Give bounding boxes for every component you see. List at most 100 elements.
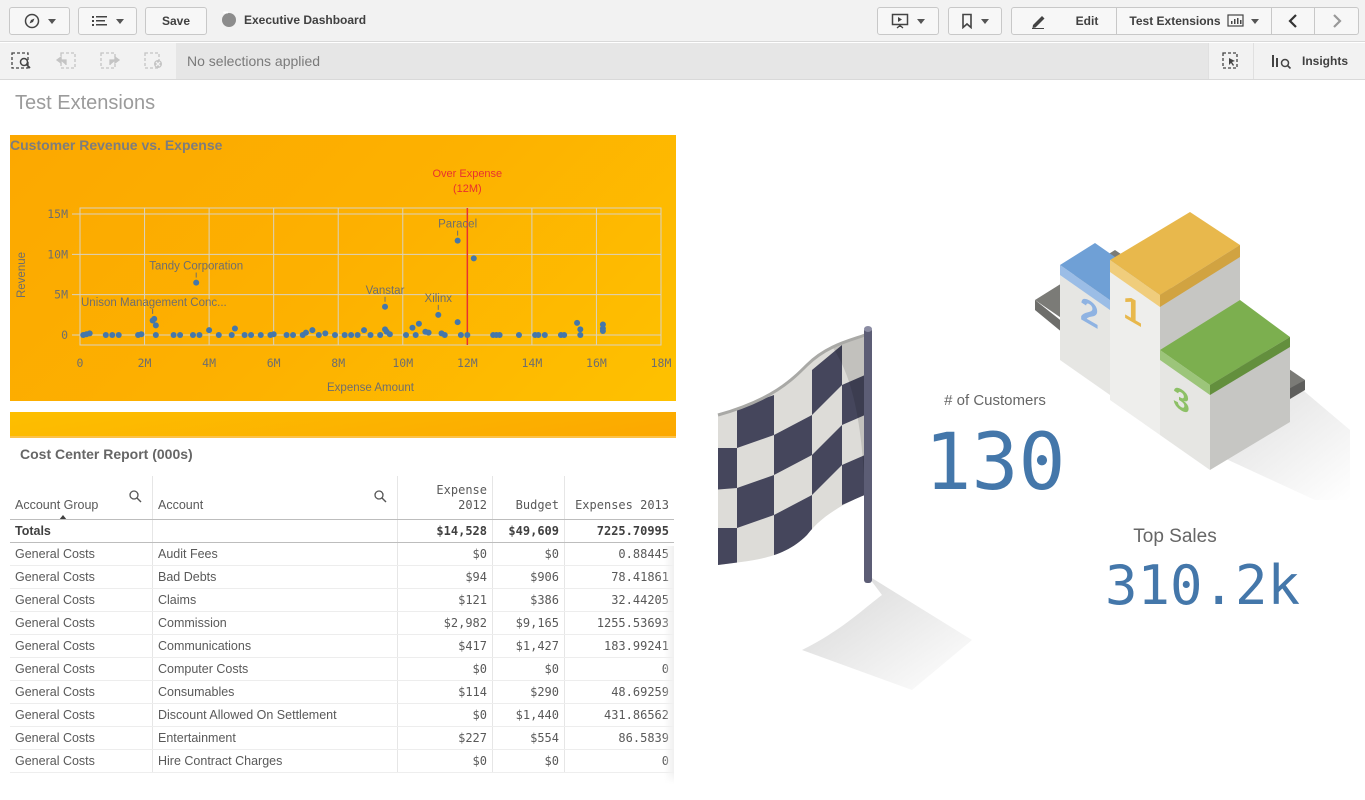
data-point[interactable] bbox=[206, 327, 213, 334]
data-point[interactable] bbox=[382, 303, 389, 310]
data-point[interactable] bbox=[541, 332, 548, 338]
table-row[interactable]: General Costs Audit Fees $0 $0 0.88445 bbox=[10, 543, 674, 566]
data-point[interactable] bbox=[109, 332, 116, 338]
data-point[interactable] bbox=[441, 332, 448, 338]
table-row[interactable]: General Costs Discount Allowed On Settlem… bbox=[10, 704, 674, 727]
cell-budget[interactable]: $0 bbox=[493, 543, 565, 565]
cell-expense-2012[interactable]: $0 bbox=[398, 658, 493, 680]
cell-budget[interactable]: $0 bbox=[493, 658, 565, 680]
cell-expense-2012[interactable]: $417 bbox=[398, 635, 493, 657]
cell-expense-2012[interactable]: $94 bbox=[398, 566, 493, 588]
data-point[interactable] bbox=[322, 330, 329, 337]
data-point[interactable] bbox=[577, 332, 584, 338]
save-button[interactable]: Save bbox=[145, 7, 207, 35]
data-point[interactable] bbox=[151, 315, 158, 322]
cell-expense-2012[interactable]: $2,982 bbox=[398, 612, 493, 634]
cell-expense-2012[interactable]: $121 bbox=[398, 589, 493, 611]
cell-expenses-2013[interactable]: 0 bbox=[565, 750, 674, 772]
cell-account-group[interactable]: General Costs bbox=[10, 543, 153, 565]
table-row[interactable]: General CostsComputer Costs$0$00 bbox=[10, 658, 674, 681]
cell-expenses-2013[interactable]: 431.86562 bbox=[565, 704, 674, 726]
cell-expense-2012[interactable]: $0 bbox=[398, 704, 493, 726]
data-point[interactable] bbox=[412, 332, 419, 338]
data-point[interactable] bbox=[361, 327, 368, 334]
clear-selections-button[interactable] bbox=[132, 43, 176, 79]
cell-account[interactable]: Communications bbox=[153, 635, 398, 657]
data-point[interactable] bbox=[138, 331, 145, 338]
cell-expense-2012[interactable]: $0 bbox=[398, 750, 493, 772]
data-point[interactable] bbox=[177, 332, 184, 338]
cell-expense-2012[interactable]: $0 bbox=[398, 543, 493, 565]
data-point[interactable] bbox=[377, 332, 384, 338]
data-point[interactable] bbox=[315, 332, 322, 338]
data-point[interactable] bbox=[196, 332, 203, 338]
data-point[interactable] bbox=[574, 319, 581, 326]
cell-budget[interactable]: $290 bbox=[493, 681, 565, 703]
cell-account[interactable]: Claims bbox=[153, 589, 398, 611]
data-point[interactable] bbox=[454, 319, 461, 326]
cell-budget[interactable]: $554 bbox=[493, 727, 565, 749]
cell-account-group[interactable]: General Costs bbox=[10, 750, 153, 772]
data-point[interactable] bbox=[577, 326, 584, 333]
step-back-button[interactable] bbox=[44, 43, 88, 79]
data-point[interactable] bbox=[535, 332, 542, 338]
column-header-account-group[interactable]: Account Group bbox=[10, 476, 153, 519]
app-overview-button[interactable] bbox=[78, 7, 137, 35]
data-point[interactable] bbox=[464, 332, 471, 338]
cell-expense-2012[interactable]: $114 bbox=[398, 681, 493, 703]
cell-expenses-2013[interactable]: 78.41861 bbox=[565, 566, 674, 588]
cell-expenses-2013[interactable]: 32.44205 bbox=[565, 589, 674, 611]
cell-budget[interactable]: $906 bbox=[493, 566, 565, 588]
cell-account-group[interactable]: General Costs bbox=[10, 658, 153, 680]
cell-account-group[interactable]: General Costs bbox=[10, 635, 153, 657]
data-point[interactable] bbox=[189, 332, 196, 338]
cell-account-group[interactable]: General Costs bbox=[10, 681, 153, 703]
bookmarks-button[interactable] bbox=[948, 7, 1002, 35]
data-point[interactable] bbox=[496, 332, 503, 338]
cell-account-group[interactable]: General Costs bbox=[10, 589, 153, 611]
scatter-chart-card[interactable]: Customer Revenue vs. Expense Over Expens… bbox=[10, 135, 676, 401]
data-point[interactable] bbox=[257, 332, 264, 338]
sheet-selector[interactable]: Test Extensions bbox=[1117, 8, 1272, 34]
cell-expenses-2013[interactable]: 48.69259 bbox=[565, 681, 674, 703]
data-point[interactable] bbox=[231, 325, 238, 332]
data-point[interactable] bbox=[425, 329, 432, 336]
cell-budget[interactable]: $0 bbox=[493, 750, 565, 772]
cell-budget[interactable]: $386 bbox=[493, 589, 565, 611]
data-point[interactable] bbox=[248, 332, 255, 338]
scatter-plot[interactable]: Over Expense (12M) Paracel Tandy Corporati… bbox=[10, 135, 676, 401]
cell-budget[interactable]: $1,440 bbox=[493, 704, 565, 726]
step-forward-button[interactable] bbox=[88, 43, 132, 79]
insights-button[interactable]: Insights bbox=[1253, 43, 1365, 79]
data-point[interactable] bbox=[409, 324, 416, 331]
cell-expenses-2013[interactable]: 183.99241 bbox=[565, 635, 674, 657]
data-point[interactable] bbox=[241, 332, 248, 338]
table-row[interactable]: General CostsHire Contract Charges$0$00 bbox=[10, 750, 674, 773]
data-point[interactable] bbox=[193, 279, 200, 286]
data-point[interactable] bbox=[457, 332, 464, 338]
cell-budget[interactable]: $9,165 bbox=[493, 612, 565, 634]
table-row[interactable]: General Costs Communications $417 $1,427 183… bbox=[10, 635, 674, 658]
table-row[interactable]: General Costs Consumables $114 $290 48.69259 bbox=[10, 681, 674, 704]
data-point[interactable] bbox=[454, 237, 461, 244]
cell-account[interactable]: Consumables bbox=[153, 681, 398, 703]
table-row[interactable]: General Costs Entertainment $227 $554 86.583… bbox=[10, 727, 674, 750]
data-point[interactable] bbox=[290, 332, 297, 338]
data-point[interactable] bbox=[415, 320, 422, 327]
selections-tool-button[interactable] bbox=[1208, 43, 1253, 79]
data-point[interactable] bbox=[115, 332, 122, 338]
column-header-budget[interactable]: Budget bbox=[493, 476, 565, 519]
cell-expenses-2013[interactable]: 1255.53693 bbox=[565, 612, 674, 634]
column-header-expenses-2013[interactable]: Expenses 2013 bbox=[565, 476, 674, 519]
cell-account[interactable]: Computer Costs bbox=[153, 658, 398, 680]
cell-expenses-2013[interactable]: 0 bbox=[565, 658, 674, 680]
table-row[interactable]: General Costs Commission $2,982 $9,165 1255.… bbox=[10, 612, 674, 635]
search-icon[interactable] bbox=[374, 490, 387, 503]
search-icon[interactable] bbox=[129, 490, 142, 503]
data-point[interactable] bbox=[403, 332, 410, 338]
cell-expenses-2013[interactable]: 86.5839 bbox=[565, 727, 674, 749]
data-point[interactable] bbox=[283, 332, 290, 338]
data-point[interactable] bbox=[152, 322, 159, 329]
cell-budget[interactable]: $1,427 bbox=[493, 635, 565, 657]
data-point[interactable] bbox=[228, 332, 235, 338]
